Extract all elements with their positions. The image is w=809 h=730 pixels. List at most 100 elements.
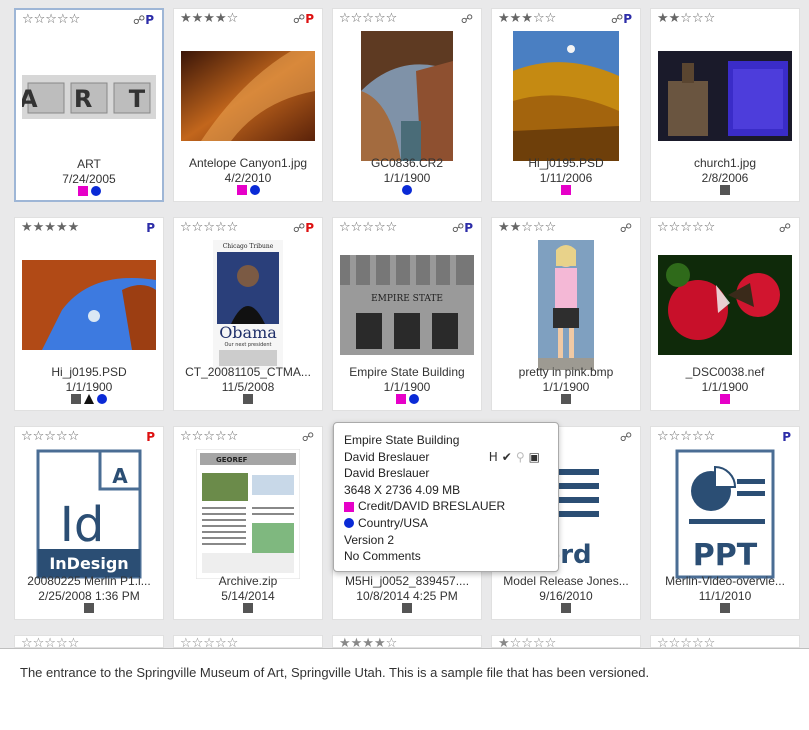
asset-thumbnail[interactable] [15,240,163,370]
asset-flags: ☍ [779,221,791,235]
asset-thumbnail[interactable]: Chicago Tribune Obama Our next president [174,240,322,370]
asset-card[interactable]: ☆☆☆☆☆ ☍ _DSC0038.nef 1/1/1900 [650,217,800,411]
rating-stars[interactable]: ★★★★☆ [180,12,238,26]
asset-thumbnail[interactable]: A Id InDesign [15,449,163,579]
asset-card-partial[interactable]: ☆☆☆☆☆ [650,635,800,648]
asset-thumbnail[interactable] [651,31,799,161]
asset-card-partial[interactable]: ★★★★☆ [332,635,482,648]
asset-card[interactable]: ★★★★★ P Hi_j0195.PSD 1/1/1900 [14,217,164,411]
asset-flags: ☍P [293,12,314,26]
p-flag-icon: P [623,12,632,26]
gray-label-icon [561,603,571,613]
p-flag-icon: P [305,12,314,26]
asset-name: pretty in pink.bmp [518,365,614,379]
asset-thumbnail[interactable]: GEOREF [174,449,322,579]
asset-card[interactable]: ★★☆☆☆ church1.jpg 2/8/2006 [650,8,800,202]
tooltip-version: Version 2 [344,532,395,547]
link-icon: ☍ [460,12,473,26]
asset-thumbnail[interactable] [492,240,640,370]
tooltip-title: Empire State Building [344,433,460,447]
rating-stars[interactable]: ☆☆☆☆☆ [180,637,238,649]
asset-date: 4/2/2010 [224,171,272,185]
rating-stars[interactable]: ☆☆☆☆☆ [657,637,715,649]
asset-card[interactable]: ★★★☆☆ ☍P Hi_j0195.PSD 1/11/2006 [491,8,641,202]
asset-name: ART [77,157,101,171]
blue-label-icon [344,518,354,529]
rating-stars[interactable]: ☆☆☆☆☆ [22,13,80,27]
asset-date: 5/14/2014 [221,589,275,603]
asset-name: _DSC0038.nef [685,365,765,379]
obama-masthead: Chicago Tribune [223,243,274,250]
asset-name: Merlin-Video-overvie... [665,574,785,588]
asset-flags: ☍ [620,430,632,444]
asset-card-partial[interactable]: ☆☆☆☆☆ [14,635,164,648]
rating-stars[interactable]: ★★☆☆☆ [498,221,556,235]
asset-card-partial[interactable]: ☆☆☆☆☆ [173,635,323,648]
asset-card[interactable]: ☆☆☆☆☆ ☍ GC0836.CR2 1/1/1900 [332,8,482,202]
obama-headline: Obama [219,323,277,342]
asset-labels [492,394,640,404]
obama-subhead: Our next president [225,342,272,348]
asset-labels [333,394,481,404]
rating-stars[interactable]: ☆☆☆☆☆ [21,430,79,444]
asset-flags: ☍ [302,430,314,444]
rating-stars[interactable]: ☆☆☆☆☆ [339,12,397,26]
asset-flags: P [146,221,155,235]
asset-date: 1/1/1900 [383,171,431,185]
asset-card[interactable]: ☆☆☆☆☆ ☍ GEOREF Archive.zip 5/14/2014 [173,426,323,620]
rating-stars[interactable]: ★★★★☆ [339,637,397,649]
gray-label-icon [84,603,94,613]
rating-stars[interactable]: ☆☆☆☆☆ [21,637,79,649]
asset-date: 11/5/2008 [221,380,275,394]
blue-label-icon [402,185,412,195]
asset-date: 7/24/2005 [62,172,116,186]
asset-date: 2/25/2008 1:36 PM [38,589,140,603]
asset-card[interactable]: ☆☆☆☆☆ P PPT Merlin-Video-overvie... 11/1/201… [650,426,800,620]
asset-card[interactable]: ★★★★☆ ☍P Antelope Canyon1.jpg 4/2/2010 [173,8,323,202]
indesign-label: InDesign [49,554,128,573]
rating-stars[interactable]: ☆☆☆☆☆ [339,221,397,235]
gray-label-icon [71,394,81,404]
rating-stars[interactable]: ★★★☆☆ [498,12,556,26]
asset-name: Hi_j0195.PSD [528,156,604,170]
asset-name: Antelope Canyon1.jpg [188,156,308,170]
rating-stars[interactable]: ☆☆☆☆☆ [180,221,238,235]
asset-thumbnail[interactable] [492,31,640,161]
gray-label-icon [402,603,412,613]
check-circle-icon: ✔ [501,450,516,464]
p-flag-icon: P [145,13,154,27]
asset-card[interactable]: ☆☆☆☆☆ ☍P EMPIRE STATE Empire State Building… [332,217,482,411]
asset-card[interactable]: ☆☆☆☆☆ ☍P Chicago Tribune Obama Our next pres… [173,217,323,411]
asset-card-partial[interactable]: ★☆☆☆☆ [491,635,641,648]
asset-date: 1/1/1900 [542,380,590,394]
gray-label-icon [243,394,253,404]
tooltip-dimensions: 3648 X 2736 4.09 MB [344,482,461,497]
p-flag-icon: P [464,221,473,235]
asset-labels [174,603,322,613]
asset-description: The entrance to the Springville Museum o… [20,665,650,680]
tooltip-credit-row: Credit/DAVID BRESLAUER [344,498,548,515]
rating-stars[interactable]: ☆☆☆☆☆ [180,430,238,444]
rating-stars[interactable]: ☆☆☆☆☆ [657,430,715,444]
rating-stars[interactable]: ★☆☆☆☆ [498,637,556,649]
asset-card[interactable]: ★★☆☆☆ ☍ pretty in pink.bmp 1/1/1900 [491,217,641,411]
asset-thumbnail[interactable] [333,31,481,161]
asset-date: 1/1/1900 [701,380,749,394]
link-icon: ☍ [293,12,306,26]
asset-thumbnail[interactable]: A R T [16,32,162,162]
asset-date: 1/1/1900 [383,380,431,394]
asset-thumbnail[interactable] [174,31,322,161]
asset-thumbnail[interactable]: EMPIRE STATE [333,240,481,370]
rating-stars[interactable]: ★★☆☆☆ [657,12,715,26]
asset-card[interactable]: ☆☆☆☆☆ P A Id InDesign 20080225 Merlin P1.i...… [14,426,164,620]
rating-stars[interactable]: ☆☆☆☆☆ [657,221,715,235]
asset-info-tooltip: Empire State Building David Breslauer Da… [333,422,559,572]
link-icon: ☍ [293,221,306,235]
asset-labels [651,603,799,613]
asset-thumbnail[interactable]: PPT [651,449,799,579]
asset-thumbnail[interactable] [651,240,799,370]
rating-stars[interactable]: ★★★★★ [21,221,79,235]
asset-labels [174,185,322,195]
lock-icon: ▣ [528,450,544,464]
asset-card[interactable]: ☆☆☆☆☆ ☍P A R T ART 7/24/2005 [14,8,164,202]
